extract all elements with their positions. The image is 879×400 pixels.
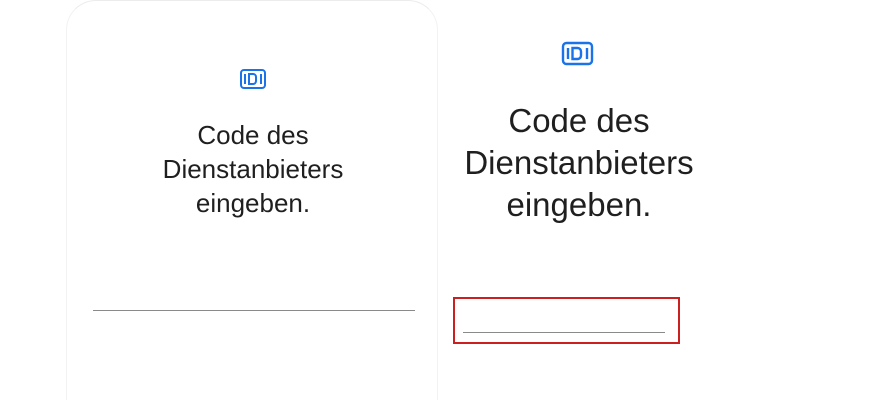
- title-line: Dienstanbieters: [162, 154, 344, 184]
- service-provider-code-dialog-right: Code des Dienstanbieters eingeben.: [440, 0, 879, 400]
- title-line: Code des: [197, 120, 309, 150]
- sim-card-icon: [561, 41, 594, 66]
- provider-code-input[interactable]: [93, 310, 415, 311]
- title-line: eingeben.: [506, 186, 652, 223]
- highlight-box: [453, 297, 680, 344]
- title-line: eingeben.: [195, 188, 311, 218]
- title-line: Code des: [508, 102, 650, 139]
- provider-code-input[interactable]: [463, 332, 665, 333]
- title-line: Dienstanbieters: [464, 144, 694, 181]
- dialog-title: Code des Dienstanbieters eingeben.: [67, 118, 439, 220]
- dialog-title: Code des Dienstanbieters eingeben.: [440, 100, 718, 226]
- service-provider-code-dialog-left: Code des Dienstanbieters eingeben.: [66, 0, 438, 400]
- sim-card-icon: [240, 69, 266, 89]
